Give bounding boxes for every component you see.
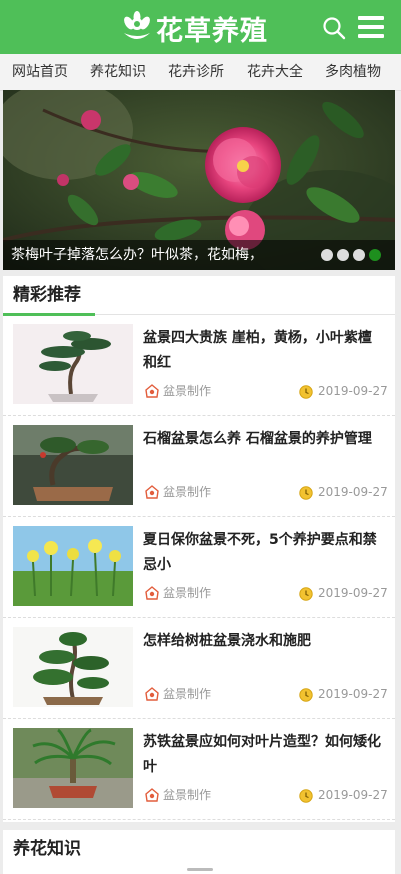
section-title: 养花知识 [13, 839, 81, 859]
clock-icon [299, 688, 313, 702]
article-thumbnail[interactable] [13, 627, 133, 707]
nav-item-clinic[interactable]: 花卉诊所 [168, 54, 224, 90]
banner-caption: 茶梅叶子掉落怎么办？叶似茶，花如梅， [3, 240, 395, 270]
clock-icon [299, 587, 313, 601]
article-item[interactable]: 苏铁盆景应如何对叶片造型？如何矮化叶 盆景制作 2019-09-27 [3, 718, 395, 820]
nav-item-knowledge[interactable]: 养花知识 [90, 54, 146, 90]
bonsai-category-icon [145, 687, 159, 701]
search-icon[interactable] [322, 16, 346, 40]
article-category[interactable]: 盆景制作 [163, 786, 211, 804]
bottom-drag-handle[interactable] [187, 868, 213, 871]
article-title[interactable]: 怎样给树桩盆景浇水和施肥 [143, 629, 383, 654]
nav-item-home[interactable]: 网站首页 [12, 54, 68, 90]
slide-dot[interactable] [321, 249, 333, 261]
article-thumbnail[interactable] [13, 324, 133, 404]
bonsai-category-icon [145, 485, 159, 499]
slide-dot-active[interactable] [369, 249, 381, 261]
article-title[interactable]: 苏铁盆景应如何对叶片造型？如何矮化叶 [143, 730, 383, 780]
site-header: 花草养殖 [0, 0, 401, 54]
article-item[interactable]: 盆景四大贵族 崖柏，黄杨，小叶紫檀和红 盆景制作 2019-09-27 [3, 314, 395, 416]
article-thumbnail[interactable] [13, 526, 133, 606]
bonsai-category-icon [145, 384, 159, 398]
slide-dot[interactable] [353, 249, 365, 261]
recommend-section: 精彩推荐 盆景四大贵族 崖柏，黄杨，小叶紫檀和红 盆景制作 2019-09-27 [3, 276, 395, 822]
flower-logo-icon [124, 11, 150, 39]
banner-title[interactable]: 茶梅叶子掉落怎么办？叶似茶，花如梅， [11, 240, 263, 270]
article-category[interactable]: 盆景制作 [163, 685, 211, 703]
article-thumbnail[interactable] [13, 425, 133, 505]
article-category[interactable]: 盆景制作 [163, 483, 211, 501]
bonsai-category-icon [145, 586, 159, 600]
article-thumbnail[interactable] [13, 728, 133, 808]
article-date: 2019-09-27 [318, 788, 388, 802]
article-item[interactable]: 夏日保你盆景不死，5个养护要点和禁忌小 盆景制作 2019-09-27 [3, 516, 395, 618]
site-logo[interactable]: 花草养殖 [120, 10, 268, 47]
nav-item-encyclopedia[interactable]: 花卉大全 [247, 54, 303, 90]
article-title[interactable]: 夏日保你盆景不死，5个养护要点和禁忌小 [143, 528, 383, 578]
article-date: 2019-09-27 [318, 687, 388, 701]
clock-icon [299, 789, 313, 803]
article-title[interactable]: 盆景四大贵族 崖柏，黄杨，小叶紫檀和红 [143, 326, 383, 376]
logo-text: 花草养殖 [156, 15, 268, 47]
article-item[interactable]: 石榴盆景怎么养 石榴盆景的养护管理 盆景制作 2019-09-27 [3, 415, 395, 517]
bonsai-category-icon [145, 788, 159, 802]
nav-item-succulents[interactable]: 多肉植物 [325, 54, 381, 90]
article-item[interactable]: 怎样给树桩盆景浇水和施肥 盆景制作 2019-09-27 [3, 617, 395, 719]
banner-slider[interactable]: 茶梅叶子掉落怎么办？叶似茶，花如梅， [3, 90, 395, 270]
clock-icon [299, 385, 313, 399]
slide-dot[interactable] [337, 249, 349, 261]
main-nav: 网站首页 养花知识 花卉诊所 花卉大全 多肉植物 [0, 54, 401, 91]
section-header: 精彩推荐 [3, 276, 395, 316]
clock-icon [299, 486, 313, 500]
menu-icon[interactable] [358, 16, 384, 38]
section-header: 养花知识 [3, 830, 395, 868]
article-category[interactable]: 盆景制作 [163, 382, 211, 400]
article-date: 2019-09-27 [318, 384, 388, 398]
article-title[interactable]: 石榴盆景怎么养 石榴盆景的养护管理 [143, 427, 383, 452]
article-date: 2019-09-27 [318, 586, 388, 600]
section-title: 精彩推荐 [13, 285, 81, 305]
article-category[interactable]: 盆景制作 [163, 584, 211, 602]
article-date: 2019-09-27 [318, 485, 388, 499]
